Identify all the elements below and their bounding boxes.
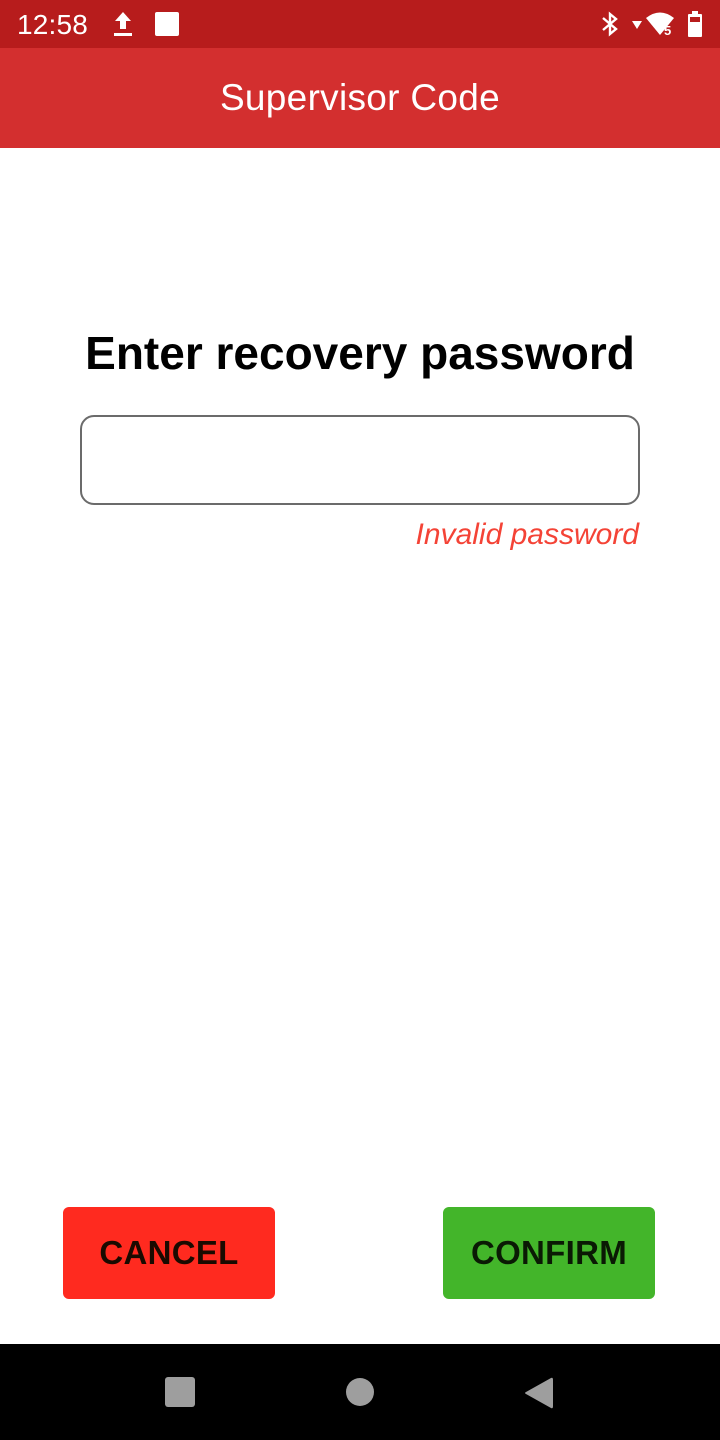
back-icon[interactable] bbox=[524, 1376, 554, 1410]
page-heading: Enter recovery password bbox=[85, 327, 635, 379]
error-message: Invalid password bbox=[415, 518, 639, 551]
upload-icon bbox=[114, 12, 132, 36]
wifi-icon: 5 bbox=[646, 12, 674, 37]
notification-square-icon bbox=[155, 12, 179, 36]
confirm-button[interactable]: CONFIRM bbox=[443, 1207, 655, 1299]
app-bar: Supervisor Code bbox=[0, 48, 720, 148]
data-arrow-icon bbox=[632, 21, 642, 29]
recents-icon[interactable] bbox=[165, 1377, 195, 1407]
bluetooth-icon bbox=[602, 11, 618, 37]
battery-icon bbox=[688, 11, 702, 37]
home-icon[interactable] bbox=[346, 1378, 374, 1406]
wifi-badge: 5 bbox=[664, 23, 671, 37]
status-bar: 12:58 5 bbox=[0, 0, 720, 48]
recovery-password-input[interactable] bbox=[80, 415, 640, 505]
app-title: Supervisor Code bbox=[219, 77, 501, 118]
status-time: 12:58 bbox=[17, 9, 89, 40]
navigation-bar bbox=[0, 1344, 720, 1440]
cancel-button[interactable]: CANCEL bbox=[63, 1207, 275, 1299]
